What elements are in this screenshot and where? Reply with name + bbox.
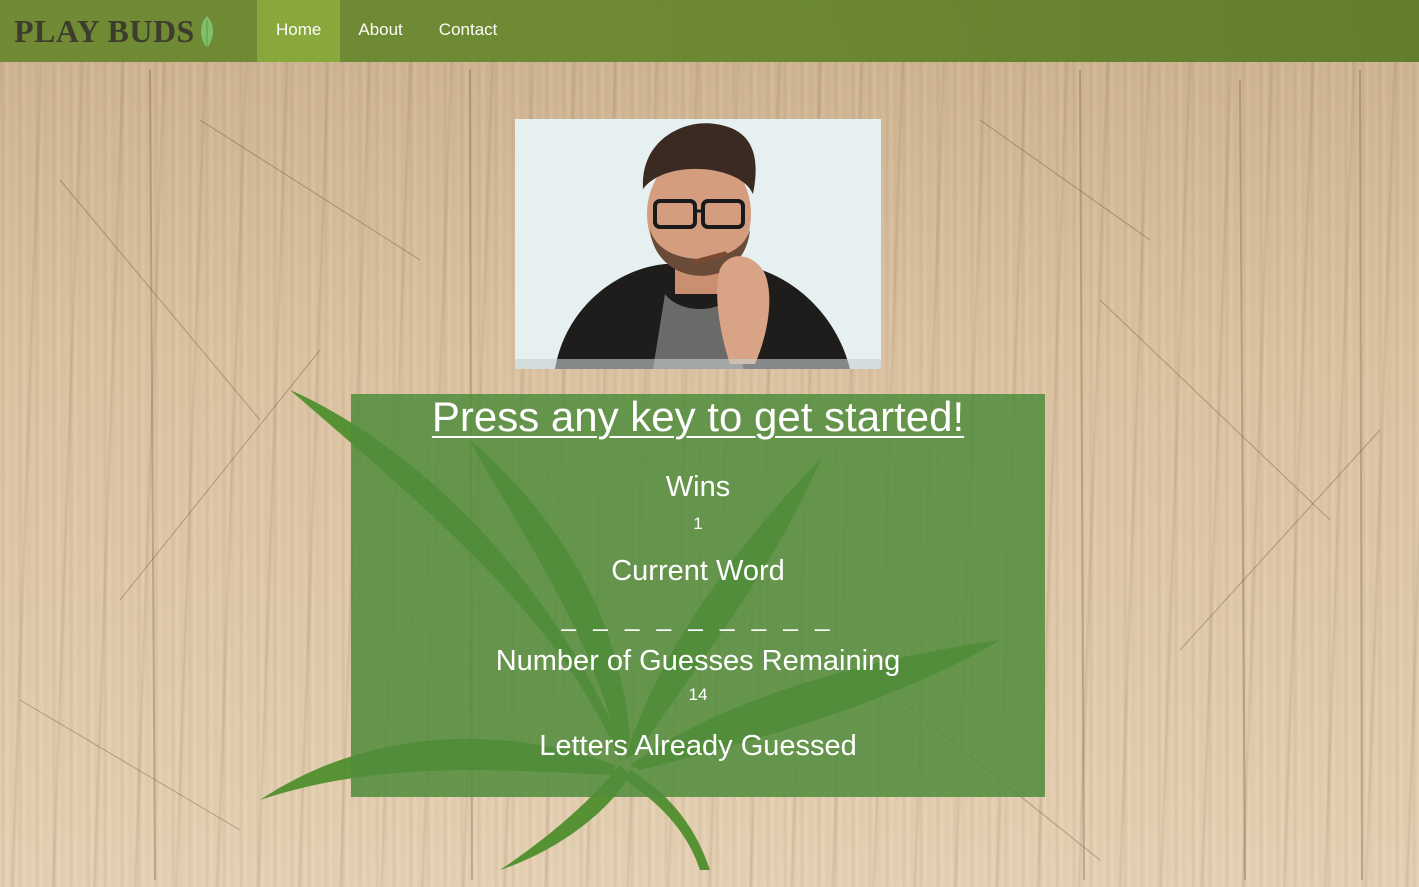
navbar: PLAY BUDS Home About Contact <box>0 0 1419 62</box>
man-smoking-photo <box>515 119 881 369</box>
current-word-value: _ _ _ _ _ _ _ _ _ <box>561 602 835 632</box>
start-prompt: Press any key to get started! <box>431 394 965 440</box>
game-panel: Press any key to get started! Wins 1 Cur… <box>351 394 1045 797</box>
wins-label: Wins <box>665 471 731 503</box>
guesses-remaining-value: 14 <box>688 685 708 704</box>
leaf-icon <box>200 16 213 48</box>
letters-guessed-label: Letters Already Guessed <box>539 730 857 762</box>
nav-menu: Home About Contact <box>257 0 515 62</box>
nav-contact[interactable]: Contact <box>421 0 516 62</box>
nav-about[interactable]: About <box>340 0 420 62</box>
wins-value: 1 <box>693 514 703 533</box>
brand-name: PLAY BUDS <box>14 13 195 49</box>
guesses-remaining-label: Number of Guesses Remaining <box>495 645 901 677</box>
brand-logo[interactable]: PLAY BUDS <box>14 12 217 50</box>
current-word-label: Current Word <box>611 555 785 587</box>
hero-image <box>515 119 881 369</box>
nav-home[interactable]: Home <box>257 0 341 62</box>
